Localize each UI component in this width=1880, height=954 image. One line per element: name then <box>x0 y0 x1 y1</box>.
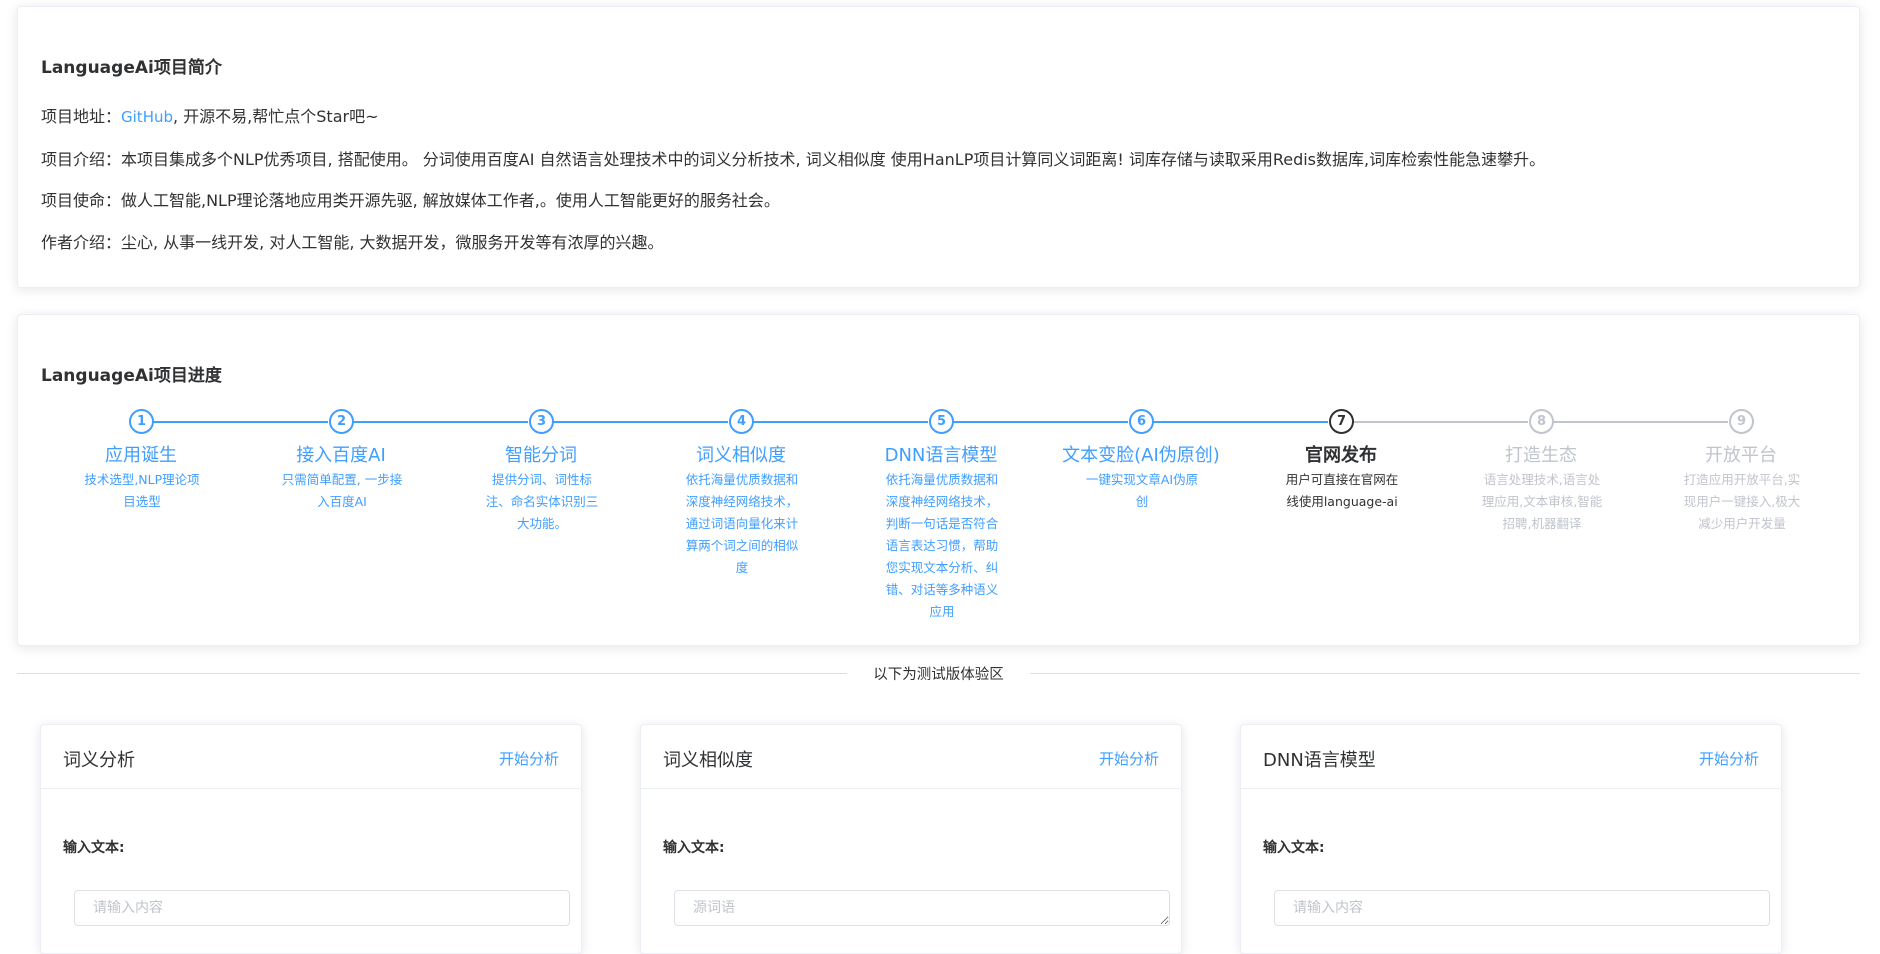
step-connector <box>352 421 528 423</box>
progress-card: LanguageAi项目进度 1 应用诞生 技术选型,NLP理论项目选型 2 接入百度A… <box>17 314 1860 646</box>
step-connector <box>1552 421 1728 423</box>
demo-card-dnn-model: DNN语言模型 开始分析 输入文本: <box>1240 724 1782 954</box>
step-description: 打造应用开放平台,实现用户一键接入,极大减少用户开发量 <box>1683 472 1801 531</box>
address-tail: , 开源不易,帮忙点个Star吧~ <box>173 107 379 126</box>
step-connector <box>1152 421 1328 423</box>
intro-card: LanguageAi项目简介 项目地址：GitHub, 开源不易,帮忙点个Sta… <box>17 6 1860 288</box>
input-label: 输入文本: <box>1263 840 1325 856</box>
progress-title: LanguageAi项目进度 <box>41 366 222 386</box>
intro-mission: 项目使命：做人工智能,NLP理论落地应用类开源先驱, 解放媒体工作者,。使用人工… <box>41 191 780 210</box>
demo-header: DNN语言模型 开始分析 <box>1241 725 1781 789</box>
step-number-icon: 1 <box>129 409 154 434</box>
demo-title: 词义相似度 <box>663 750 753 771</box>
step-description: 语言处理技术,语言处理应用,文本审核,智能招聘,机器翻译 <box>1481 472 1603 531</box>
demo-header: 词义相似度 开始分析 <box>641 725 1181 789</box>
divider-line-right <box>1030 673 1860 674</box>
start-analysis-button[interactable]: 开始分析 <box>1099 748 1159 769</box>
step-connector <box>552 421 728 423</box>
demo-card-word-analysis: 词义分析 开始分析 输入文本: <box>40 724 582 954</box>
step-description: 依托海量优质数据和深度神经网络技术，通过词语向量化来计算两个词之间的相似度 <box>685 472 799 575</box>
step-description: 只需简单配置, 一步接入百度AI <box>281 472 403 509</box>
input-label: 输入文本: <box>63 840 125 856</box>
step-description: 用户可直接在官网在线使用language-ai <box>1285 472 1399 509</box>
step-connector <box>152 421 328 423</box>
github-link[interactable]: GitHub <box>121 108 173 126</box>
demo-title: 词义分析 <box>63 750 135 771</box>
step-number-icon: 7 <box>1329 409 1354 434</box>
demo-header: 词义分析 开始分析 <box>41 725 581 789</box>
text-input[interactable] <box>1274 890 1770 926</box>
demo-card-word-similarity: 词义相似度 开始分析 输入文本: <box>640 724 1182 954</box>
start-analysis-button[interactable]: 开始分析 <box>1699 748 1759 769</box>
step-connector <box>952 421 1128 423</box>
step-number-icon: 3 <box>529 409 554 434</box>
text-input[interactable] <box>74 890 570 926</box>
step-number-icon: 4 <box>729 409 754 434</box>
step-description: 一键实现文章AI伪原创 <box>1085 472 1199 509</box>
source-word-textarea[interactable] <box>674 890 1170 926</box>
intro-title: LanguageAi项目简介 <box>41 58 222 78</box>
step-description: 提供分词、词性标注、命名实体识别三大功能。 <box>485 472 599 531</box>
address-label: 项目地址： <box>41 107 122 126</box>
step-description: 依托海量优质数据和深度神经网络技术，判断一句话是否符合语言表达习惯，帮助您实现文… <box>885 472 999 619</box>
input-label: 输入文本: <box>663 840 725 856</box>
step-number-icon: 2 <box>329 409 354 434</box>
step-title: 开放平台 <box>1705 445 1777 466</box>
divider-text: 以下为测试版体验区 <box>873 667 1004 683</box>
step-number-icon: 6 <box>1129 409 1154 434</box>
intro-address: 项目地址：GitHub, 开源不易,帮忙点个Star吧~ <box>41 103 378 127</box>
demo-title: DNN语言模型 <box>1263 750 1376 771</box>
intro-author: 作者介绍：尘心, 从事一线开发, 对人工智能, 大数据开发，微服务开发等有浓厚的… <box>41 233 664 252</box>
step-description: 技术选型,NLP理论项目选型 <box>84 472 200 509</box>
intro-description: 项目介绍：本项目集成多个NLP优秀项目, 搭配使用。 分词使用百度AI 自然语言… <box>41 150 1546 169</box>
step-connector <box>1352 421 1528 423</box>
step-number-icon: 5 <box>929 409 954 434</box>
divider-line-left <box>17 673 847 674</box>
step-number-icon: 8 <box>1529 409 1554 434</box>
step-number-icon: 9 <box>1729 409 1754 434</box>
start-analysis-button[interactable]: 开始分析 <box>499 748 559 769</box>
step-connector <box>752 421 928 423</box>
